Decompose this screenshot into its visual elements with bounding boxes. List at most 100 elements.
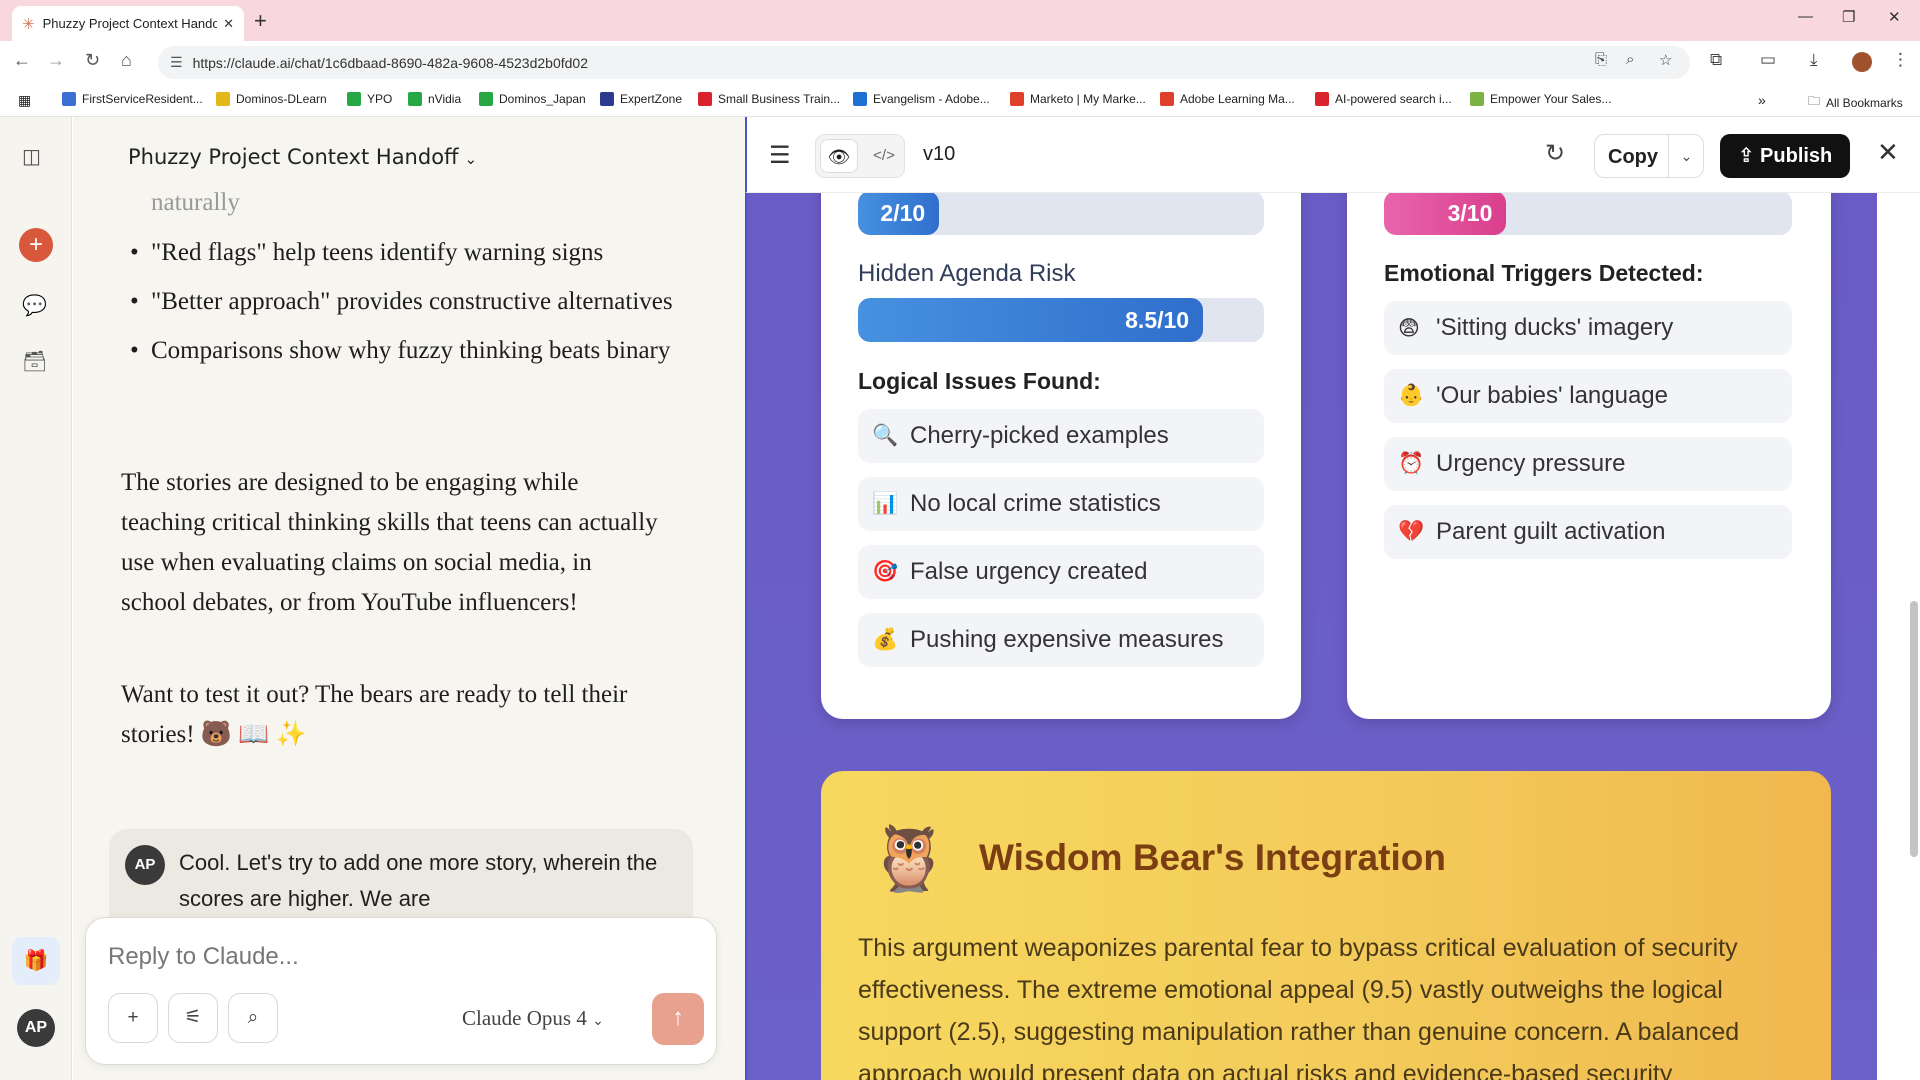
user-avatar: AP bbox=[125, 845, 165, 885]
bookmark-label: AI-powered search i... bbox=[1335, 92, 1452, 106]
minimize-icon[interactable]: — bbox=[1798, 8, 1813, 25]
all-bookmarks-label: All Bookmarks bbox=[1826, 95, 1903, 110]
target-icon: 🎯 bbox=[872, 560, 899, 583]
left-rail: ◫ + 💬 🗃 🎁 AP bbox=[0, 117, 72, 1080]
assistant-paragraph: Want to test it out? The bears are ready… bbox=[121, 681, 628, 748]
projects-icon[interactable]: 🗃 bbox=[22, 349, 47, 374]
more-bookmarks-icon[interactable]: » bbox=[1758, 92, 1766, 108]
view-toggle: 👁 </> bbox=[815, 134, 905, 178]
bookmark-item[interactable]: Adobe Learning Ma... bbox=[1160, 92, 1295, 106]
extensions-icon[interactable]: ⧉ bbox=[1710, 50, 1722, 70]
reading-mode-icon[interactable]: ▭ bbox=[1760, 50, 1776, 70]
forward-icon[interactable]: → bbox=[47, 50, 65, 71]
broken-heart-icon: 💔 bbox=[1398, 520, 1425, 543]
chevron-down-icon: ⌄ bbox=[464, 150, 478, 168]
copy-button[interactable]: Copy ⌄ bbox=[1594, 134, 1704, 178]
chats-icon[interactable]: 💬 bbox=[22, 293, 47, 318]
publish-label: Publish bbox=[1760, 145, 1833, 167]
browser-menu-icon[interactable]: ⋮ bbox=[1892, 50, 1909, 70]
gift-icon[interactable]: 🎁 bbox=[12, 937, 60, 985]
bookmark-item[interactable]: ExpertZone bbox=[600, 92, 682, 106]
browser-tab[interactable]: ✳ Phuzzy Project Context Handoff ✕ bbox=[12, 6, 244, 41]
profile-avatar[interactable] bbox=[1852, 52, 1872, 72]
list-item: Comparisons show why fuzzy thinking beat… bbox=[130, 331, 711, 371]
bookmark-item[interactable]: Small Business Train... bbox=[698, 92, 840, 106]
user-message-text: Cool. Let's try to add one more story, w… bbox=[179, 850, 658, 911]
refresh-icon[interactable]: ↻ bbox=[1545, 139, 1565, 168]
money-bag-icon: 💰 bbox=[872, 628, 899, 651]
issue-text: Cherry-picked examples bbox=[910, 422, 1169, 449]
close-tab-icon[interactable]: ✕ bbox=[223, 16, 234, 32]
copy-options-chevron-icon[interactable]: ⌄ bbox=[1668, 135, 1704, 177]
alarm-clock-icon: ⏰ bbox=[1398, 452, 1425, 475]
scrollbar-thumb[interactable] bbox=[1910, 601, 1918, 857]
bookmark-favicon-icon bbox=[62, 92, 76, 106]
bookmark-item[interactable]: nVidia bbox=[408, 92, 461, 106]
new-tab-icon[interactable]: + bbox=[254, 8, 267, 34]
wisdom-text: This argument weaponizes parental fear t… bbox=[858, 934, 1740, 1080]
bookmark-item[interactable]: Dominos_Japan bbox=[479, 92, 586, 106]
emotional-triggers-heading: Emotional Triggers Detected: bbox=[1384, 260, 1704, 286]
hidden-agenda-label: Hidden Agenda Risk bbox=[858, 260, 1076, 287]
back-icon[interactable]: ← bbox=[13, 50, 31, 71]
code-view-icon[interactable]: </> bbox=[866, 139, 902, 173]
bookmark-label: Marketo | My Marke... bbox=[1030, 92, 1146, 106]
artifact-header: ☰ 👁 </> v10 ↻ Copy ⌄ ⇪ Publish ✕ bbox=[745, 117, 1920, 193]
score-bar: 2/10 bbox=[858, 193, 1264, 235]
bookmark-favicon-icon bbox=[698, 92, 712, 106]
sidebar-toggle-icon[interactable]: ◫ bbox=[22, 144, 41, 169]
account-avatar[interactable]: AP bbox=[17, 1009, 55, 1047]
apps-grid-icon[interactable]: ▦ bbox=[18, 92, 31, 109]
bookmark-item[interactable]: FirstServiceResident... bbox=[62, 92, 203, 106]
bookmark-favicon-icon bbox=[1470, 92, 1484, 106]
site-settings-icon[interactable]: ☰ bbox=[170, 54, 183, 71]
tab-title: Phuzzy Project Context Handoff bbox=[42, 16, 218, 31]
bookmark-favicon-icon bbox=[600, 92, 614, 106]
list-icon[interactable]: ☰ bbox=[769, 141, 791, 170]
bookmark-label: Dominos-DLearn bbox=[236, 92, 327, 106]
zoom-icon[interactable]: ⌕ bbox=[1626, 51, 1634, 68]
magnifier-icon: 🔍 bbox=[872, 424, 899, 447]
issue-text: Pushing expensive measures bbox=[910, 626, 1224, 653]
list-item: 👶 'Our babies' language bbox=[1384, 369, 1792, 423]
reply-input[interactable]: Reply to Claude... bbox=[108, 943, 299, 971]
bookmark-item[interactable]: Dominos-DLearn bbox=[216, 92, 327, 106]
window-close-icon[interactable]: ✕ bbox=[1888, 8, 1901, 26]
install-app-icon[interactable]: ⎘ bbox=[1595, 51, 1607, 68]
settings-sliders-button[interactable]: ⚟ bbox=[168, 993, 218, 1043]
score-bar-fill: 2/10 bbox=[858, 193, 940, 235]
research-button[interactable]: ⌕ bbox=[228, 993, 278, 1043]
issue-text: False urgency created bbox=[910, 558, 1148, 585]
bookmark-label: ExpertZone bbox=[620, 92, 683, 106]
bookmark-item[interactable]: AI-powered search i... bbox=[1315, 92, 1452, 106]
bookmark-label: Small Business Train... bbox=[718, 92, 841, 106]
bookmark-favicon-icon bbox=[479, 92, 493, 106]
publish-button[interactable]: ⇪ Publish bbox=[1720, 134, 1850, 178]
all-bookmarks[interactable]: 🗀 All Bookmarks bbox=[1808, 92, 1903, 113]
bookmark-star-icon[interactable]: ☆ bbox=[1659, 51, 1672, 69]
home-icon[interactable]: ⌂ bbox=[121, 50, 132, 71]
fearful-face-icon: 😨 bbox=[1398, 316, 1420, 340]
bookmark-item[interactable]: Marketo | My Marke... bbox=[1010, 92, 1146, 106]
score-bar: 3/10 bbox=[1384, 193, 1792, 235]
restore-icon[interactable]: ❐ bbox=[1842, 8, 1855, 26]
conversation-title[interactable]: Phuzzy Project Context Handoff ⌄ bbox=[128, 145, 477, 169]
folder-icon: 🗀 bbox=[1808, 94, 1821, 108]
bookmark-item[interactable]: YPO bbox=[347, 92, 392, 106]
bookmarks-bar: ▦ FirstServiceResident... Dominos-DLearn Y… bbox=[0, 83, 1920, 117]
artifact-version[interactable]: v10 bbox=[923, 143, 955, 166]
address-bar[interactable]: ☰ https://claude.ai/chat/1c6dbaad-8690-4… bbox=[158, 46, 1690, 79]
close-artifact-icon[interactable]: ✕ bbox=[1877, 137, 1899, 168]
new-chat-button[interactable]: + bbox=[19, 228, 53, 262]
reply-composer[interactable]: Reply to Claude... + ⚟ ⌕ Claude Opus 4 ⌄… bbox=[85, 917, 717, 1065]
send-button[interactable]: ↑ bbox=[652, 993, 704, 1045]
bookmark-item[interactable]: Evangelism - Adobe... bbox=[853, 92, 990, 106]
preview-eye-icon[interactable]: 👁 bbox=[820, 139, 858, 173]
download-icon[interactable]: ⤓ bbox=[1810, 50, 1818, 70]
list-item: 🎯 False urgency created bbox=[858, 545, 1264, 599]
hidden-agenda-bar-fill: 8.5/10 bbox=[858, 298, 1204, 342]
reload-icon[interactable]: ↻ bbox=[85, 50, 100, 71]
bookmark-item[interactable]: Empower Your Sales... bbox=[1470, 92, 1611, 106]
model-selector[interactable]: Claude Opus 4 ⌄ bbox=[462, 1006, 604, 1031]
attach-button[interactable]: + bbox=[108, 993, 158, 1043]
